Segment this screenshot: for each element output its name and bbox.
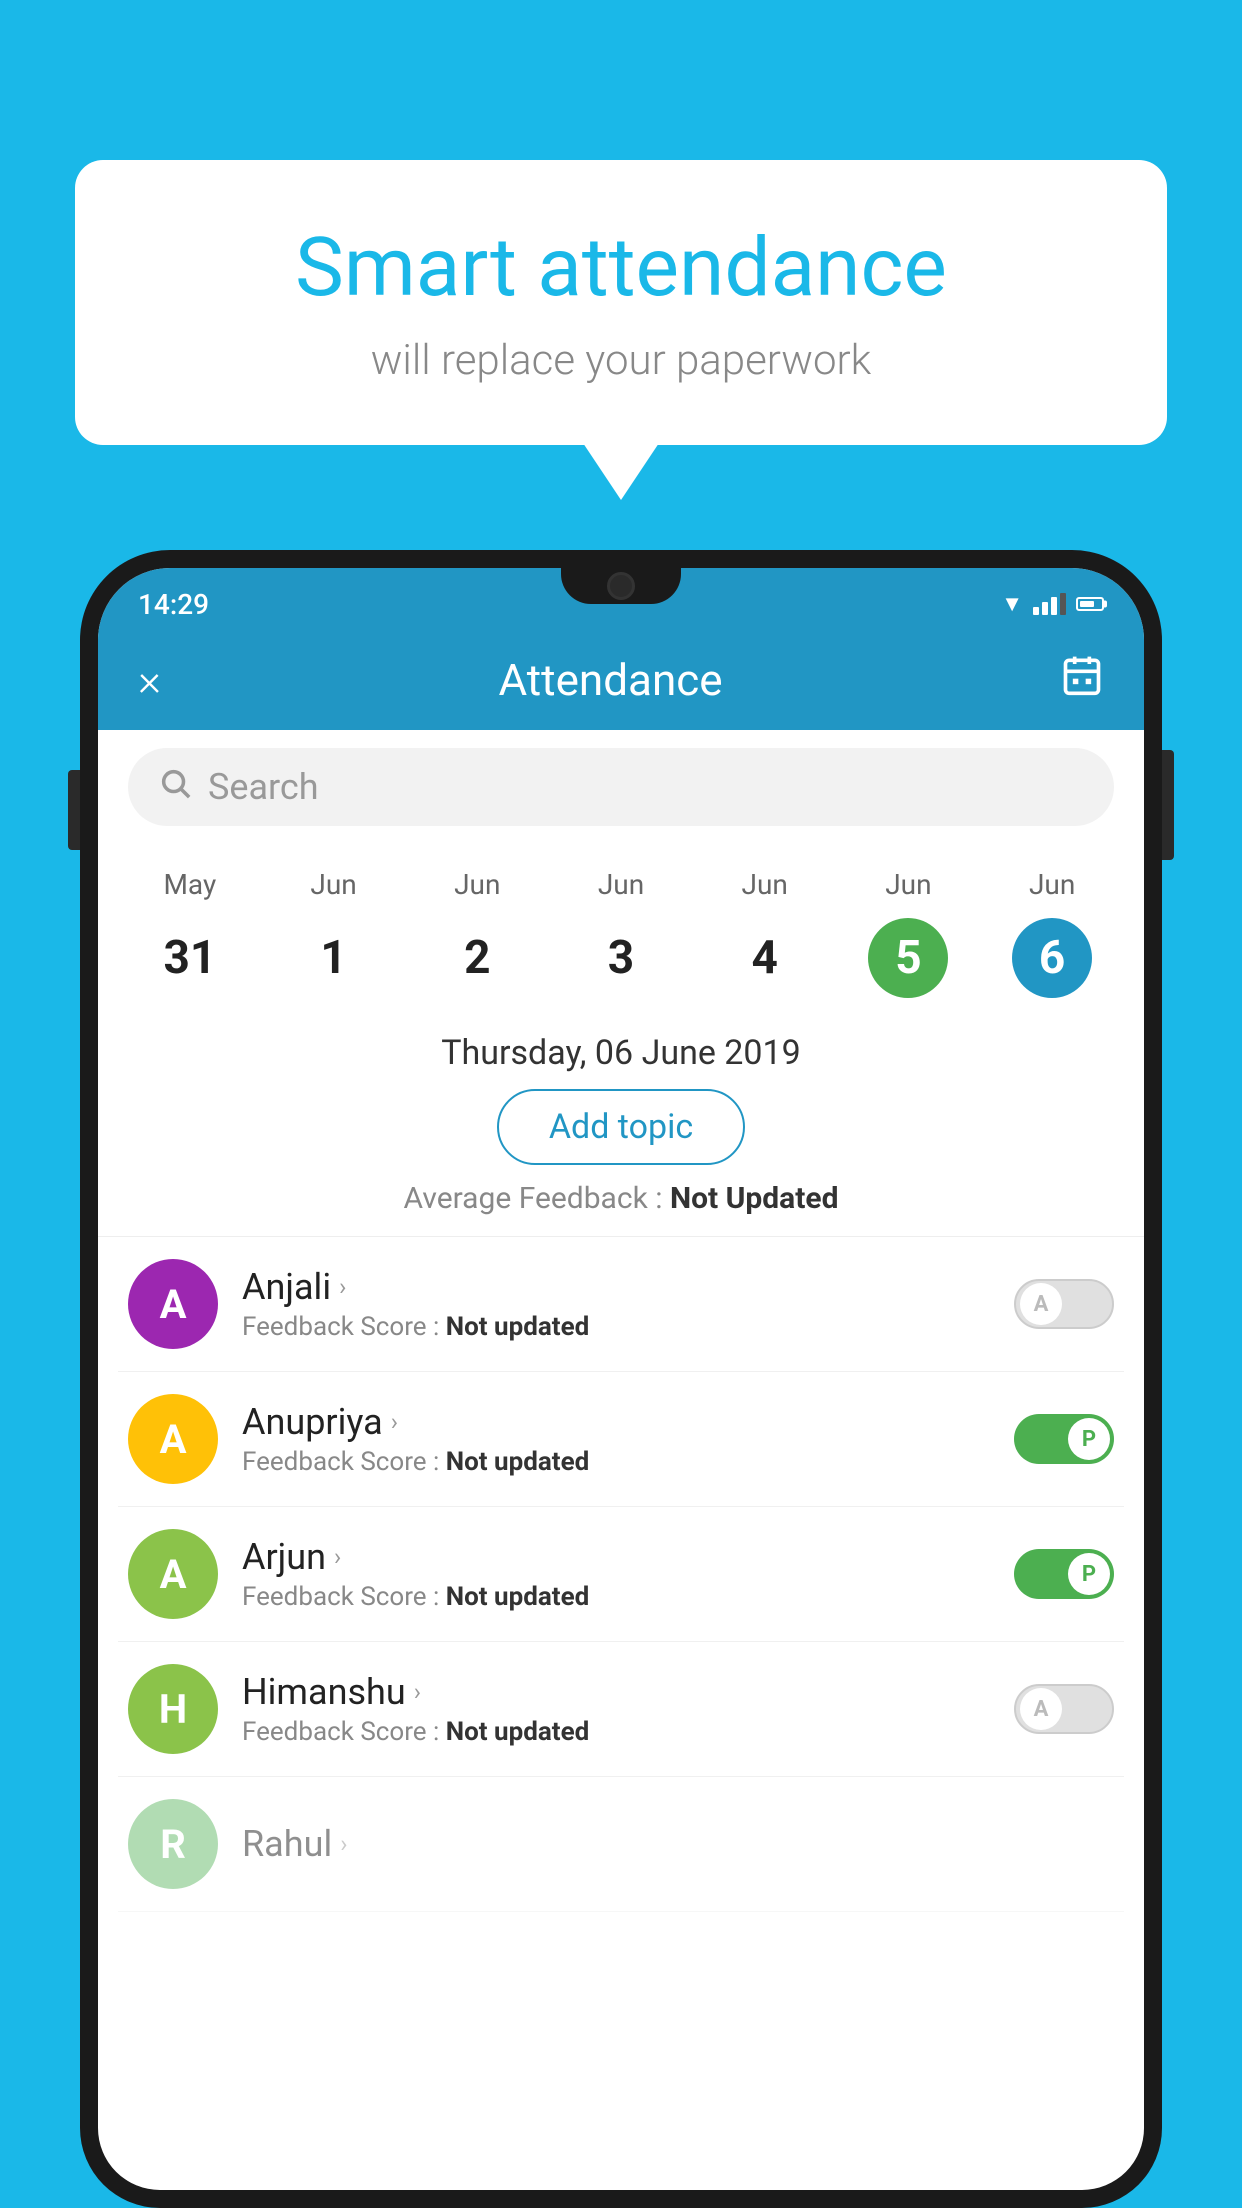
battery-tip [1104, 601, 1107, 608]
student-item-partial: R Rahul › [118, 1777, 1124, 1912]
avatar-anjali: A [128, 1259, 218, 1349]
avatar-anupriya: A [128, 1394, 218, 1484]
speech-bubble-title: Smart attendance [155, 220, 1087, 316]
speech-bubble-subtitle: will replace your paperwork [155, 336, 1087, 385]
phone-outer: 14:29 ▼ × At [80, 550, 1162, 2208]
month-jun-4: Jun [693, 864, 837, 905]
speech-bubble: Smart attendance will replace your paper… [75, 160, 1167, 445]
calendar-icon[interactable] [1060, 653, 1104, 707]
student-name-anjali: Anjali › [242, 1266, 990, 1308]
student-list: A Anjali › Feedback Score : Not updated … [98, 1237, 1144, 1912]
search-bar[interactable]: Search [128, 748, 1114, 826]
selected-date: Thursday, 06 June 2019 [98, 1033, 1144, 1073]
phone-notch [561, 568, 681, 604]
month-jun-5: Jun [837, 864, 981, 905]
search-container: Search [98, 730, 1144, 844]
status-icons: ▼ [1001, 591, 1104, 617]
avatar-himanshu: H [128, 1664, 218, 1754]
calendar-strip: May Jun Jun Jun Jun Jun Jun 31 1 2 3 4 5… [98, 844, 1144, 1013]
toggle-arjun[interactable]: P [1014, 1549, 1114, 1599]
phone-camera [607, 572, 635, 600]
header-title: Attendance [498, 654, 722, 706]
phone-power-button [1162, 750, 1174, 860]
month-jun-6: Jun [980, 864, 1124, 905]
avatar-partial: R [128, 1799, 218, 1889]
chevron-anjali: › [339, 1273, 346, 1301]
date-6-selected[interactable]: 6 [980, 913, 1124, 1003]
date-1[interactable]: 1 [262, 913, 406, 1003]
toggle-knob-anjali: A [1020, 1283, 1062, 1325]
student-info-arjun: Arjun › Feedback Score : Not updated [242, 1536, 990, 1612]
toggle-knob-anupriya: P [1068, 1418, 1110, 1460]
student-item-himanshu[interactable]: H Himanshu › Feedback Score : Not update… [118, 1642, 1124, 1777]
date-4[interactable]: 4 [693, 913, 837, 1003]
student-info-partial: Rahul › [242, 1823, 1114, 1865]
student-name-himanshu: Himanshu › [242, 1671, 990, 1713]
status-time: 14:29 [138, 588, 209, 621]
avg-feedback-label: Average Feedback : [404, 1181, 670, 1216]
feedback-arjun: Feedback Score : Not updated [242, 1582, 990, 1612]
toggle-anupriya[interactable]: P [1014, 1414, 1114, 1464]
signal-bar-3 [1051, 597, 1057, 615]
date-3[interactable]: 3 [549, 913, 693, 1003]
signal-bar-2 [1042, 602, 1048, 615]
date-2[interactable]: 2 [405, 913, 549, 1003]
close-button[interactable]: × [138, 654, 161, 706]
signal-bar-4 [1060, 593, 1066, 615]
toggle-anjali[interactable]: A [1014, 1279, 1114, 1329]
phone-frame: 14:29 ▼ × At [80, 550, 1162, 2208]
student-name-anupriya: Anupriya › [242, 1401, 990, 1443]
avatar-arjun: A [128, 1529, 218, 1619]
app-header: × Attendance [98, 630, 1144, 730]
dates-row: 31 1 2 3 4 5 6 [118, 913, 1124, 1003]
signal-bar-1 [1033, 607, 1039, 615]
feedback-anupriya: Feedback Score : Not updated [242, 1447, 990, 1477]
student-name-arjun: Arjun › [242, 1536, 990, 1578]
student-item-anupriya[interactable]: A Anupriya › Feedback Score : Not update… [118, 1372, 1124, 1507]
student-info-anupriya: Anupriya › Feedback Score : Not updated [242, 1401, 990, 1477]
months-row: May Jun Jun Jun Jun Jun Jun [118, 864, 1124, 905]
avg-feedback: Average Feedback : Not Updated [98, 1181, 1144, 1226]
battery-icon [1076, 597, 1104, 611]
month-may: May [118, 864, 262, 905]
add-topic-button[interactable]: Add topic [497, 1089, 745, 1165]
search-input[interactable]: Search [208, 766, 319, 808]
month-jun-2: Jun [405, 864, 549, 905]
battery-fill [1080, 601, 1094, 607]
month-jun-1: Jun [262, 864, 406, 905]
wifi-icon: ▼ [1001, 591, 1023, 617]
student-info-anjali: Anjali › Feedback Score : Not updated [242, 1266, 990, 1342]
date-info-section: Thursday, 06 June 2019 Add topic Average… [98, 1013, 1144, 1236]
student-name-partial: Rahul › [242, 1823, 1114, 1865]
student-item-arjun[interactable]: A Arjun › Feedback Score : Not updated P [118, 1507, 1124, 1642]
phone-screen: 14:29 ▼ × At [98, 568, 1144, 2190]
phone-volume-button [68, 770, 80, 850]
toggle-knob-himanshu: A [1020, 1688, 1062, 1730]
student-info-himanshu: Himanshu › Feedback Score : Not updated [242, 1671, 990, 1747]
speech-bubble-container: Smart attendance will replace your paper… [75, 160, 1167, 445]
feedback-himanshu: Feedback Score : Not updated [242, 1717, 990, 1747]
date-31[interactable]: 31 [118, 913, 262, 1003]
date-5-today[interactable]: 5 [837, 913, 981, 1003]
toggle-knob-arjun: P [1068, 1553, 1110, 1595]
chevron-partial: › [340, 1830, 347, 1858]
month-jun-3: Jun [549, 864, 693, 905]
chevron-himanshu: › [414, 1678, 421, 1706]
signal-bars [1033, 593, 1066, 615]
student-item-anjali[interactable]: A Anjali › Feedback Score : Not updated … [118, 1237, 1124, 1372]
avg-feedback-value: Not Updated [670, 1181, 839, 1216]
toggle-himanshu[interactable]: A [1014, 1684, 1114, 1734]
chevron-anupriya: › [391, 1408, 398, 1436]
feedback-anjali: Feedback Score : Not updated [242, 1312, 990, 1342]
chevron-arjun: › [334, 1543, 341, 1571]
search-icon [158, 766, 192, 808]
